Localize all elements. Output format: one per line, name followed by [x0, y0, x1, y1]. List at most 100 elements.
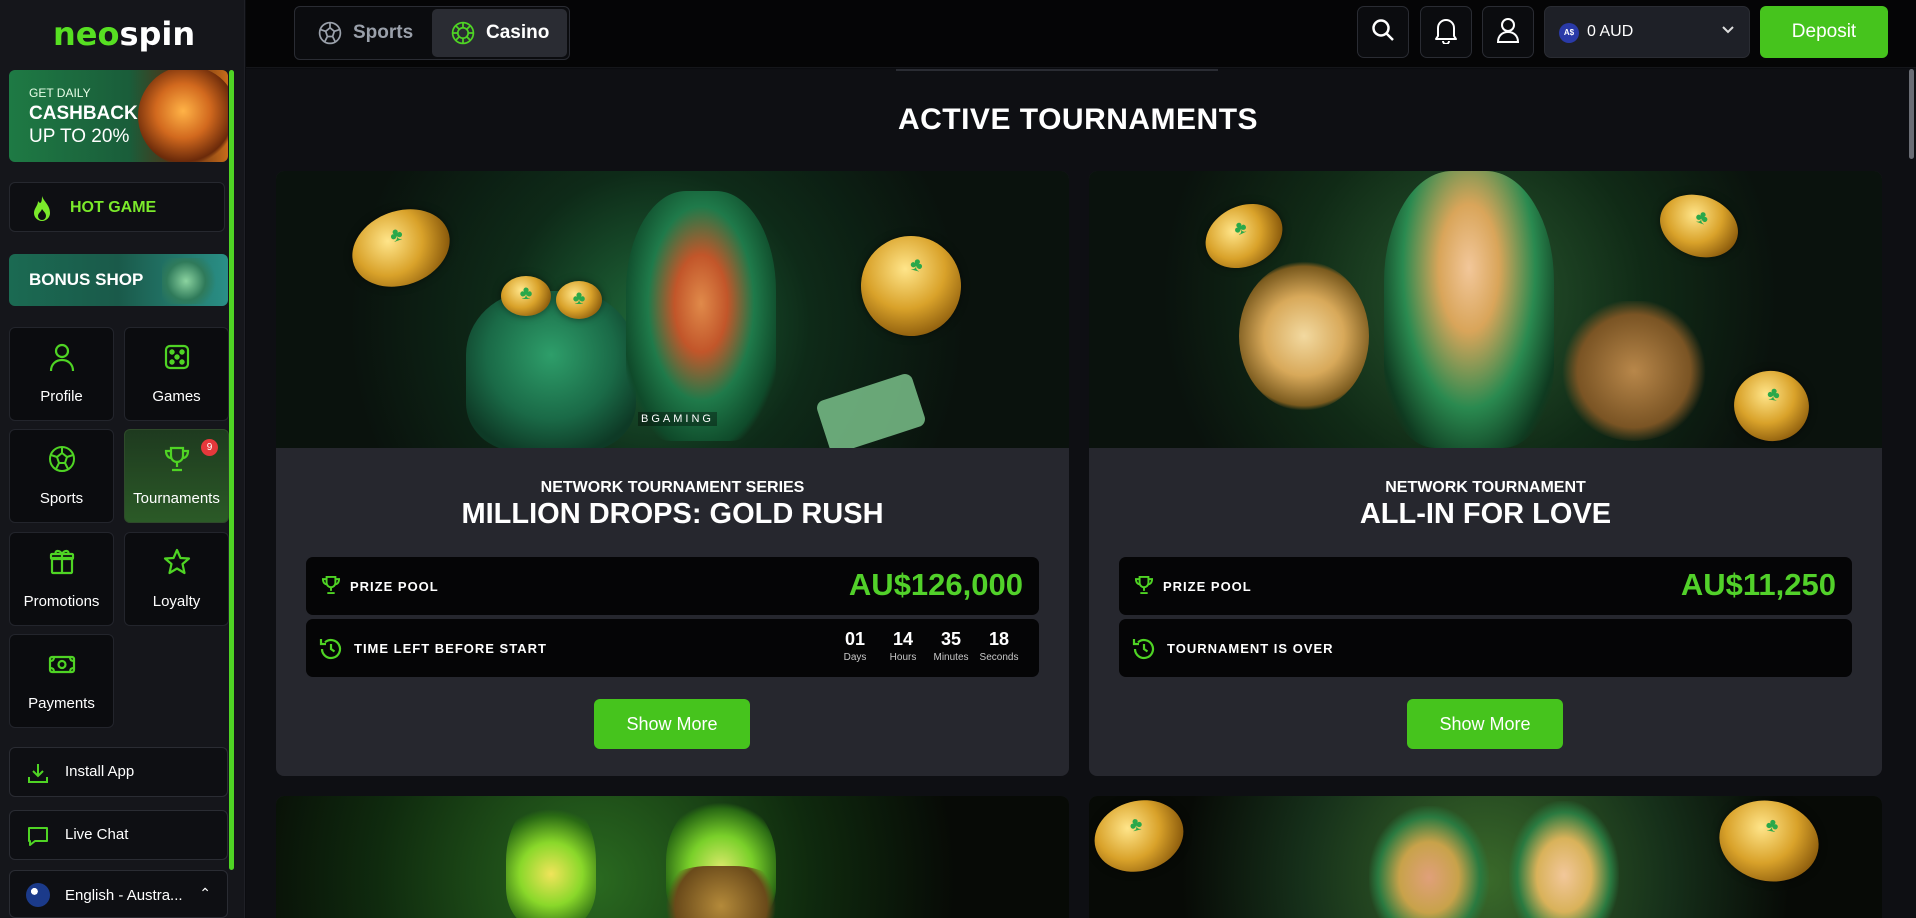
tournament-card-body: NETWORK TOURNAMENT ALL-IN FOR LOVE PRIZE…: [1089, 448, 1882, 776]
trophy-icon: [320, 574, 344, 598]
sidebar-item-profile[interactable]: Profile: [9, 327, 114, 421]
sidebar-item-tournaments[interactable]: 9 Tournaments: [124, 429, 229, 523]
tile-label: Loyalty: [152, 593, 201, 610]
star-icon: [125, 547, 228, 577]
show-more-button[interactable]: Show More: [1407, 699, 1563, 749]
bonus-shop-button[interactable]: BONUS SHOP: [9, 254, 228, 306]
golden-pipe-illustration: [656, 866, 786, 918]
trophy-icon: [1133, 574, 1157, 598]
tournament-card[interactable]: NETWORK TOURNAMENT ALL-IN FOR LOVE PRIZE…: [1089, 171, 1882, 776]
cashback-banner[interactable]: GET DAILY CASHBACK UP TO 20%: [9, 70, 228, 162]
tournament-banner-image: [1089, 796, 1882, 918]
show-more-button[interactable]: Show More: [594, 699, 750, 749]
timer-hours: 14 Hours: [889, 629, 917, 663]
cash-icon: [10, 649, 113, 679]
prize-pool-label: PRIZE POOL: [350, 579, 439, 594]
flame-illustration: [506, 796, 596, 918]
tab-casino-label: Casino: [486, 22, 550, 43]
dice-icon: [125, 342, 228, 372]
account-button[interactable]: [1482, 6, 1534, 58]
girl-character-illustration: [1509, 801, 1619, 918]
tournament-status-row: TOURNAMENT IS OVER: [1119, 619, 1852, 677]
sidebar-item-promotions[interactable]: Promotions: [9, 532, 114, 626]
tile-label: Payments: [28, 695, 95, 712]
prize-pool-row: PRIZE POOL AU$11,250: [1119, 557, 1852, 615]
countdown-timer: 01 Days 14 Hours 35 Minutes 18 Seconds: [831, 629, 1023, 663]
search-icon: [1370, 17, 1396, 48]
cashback-line1: GET DAILY: [29, 86, 91, 100]
dragon-illustration: [138, 70, 228, 162]
tile-label: Profile: [40, 388, 83, 405]
section-title: ACTIVE TOURNAMENTS: [897, 103, 1259, 136]
page-scrollbar[interactable]: [1909, 69, 1914, 159]
tab-sports[interactable]: Sports: [297, 9, 432, 57]
user-icon: [1495, 16, 1521, 49]
sidebar-item-loyalty[interactable]: Loyalty: [124, 532, 229, 626]
chevron-down-icon: [1721, 22, 1735, 39]
tournament-banner-image: [1089, 171, 1882, 448]
tournament-banner-image: [276, 796, 1069, 918]
download-icon: [26, 761, 50, 785]
banknote-illustration: [814, 371, 928, 448]
australia-flag-icon: [26, 883, 50, 907]
tournament-banner-image: BGAMING: [276, 171, 1069, 448]
tile-label: Sports: [39, 490, 84, 507]
tab-sports-label: Sports: [353, 22, 414, 43]
soccer-ball-icon: [10, 444, 113, 474]
bell-icon: [1433, 16, 1459, 49]
install-app-button[interactable]: Install App: [9, 747, 228, 797]
language-selector[interactable]: English - Austra... ⌃: [9, 870, 228, 918]
search-button[interactable]: [1357, 6, 1409, 58]
flame-icon: [30, 195, 54, 230]
cashback-line2: CASHBACK: [29, 103, 138, 124]
live-chat-button[interactable]: Live Chat: [9, 810, 228, 860]
girl-character-illustration: [1384, 171, 1554, 448]
neospin-logo[interactable]: neo spin: [53, 14, 195, 54]
history-clock-icon: [1131, 636, 1155, 660]
currency-badge: A$: [1559, 23, 1579, 43]
hot-game-label: HOT GAME: [70, 199, 157, 216]
chat-icon: [26, 824, 50, 848]
logo-neo: neo: [53, 15, 120, 53]
notifications-button[interactable]: [1420, 6, 1472, 58]
prize-pool-amount: AU$11,250: [1680, 567, 1836, 602]
tournament-title: ALL-IN FOR LOVE: [1359, 498, 1612, 530]
divider: [896, 69, 1218, 71]
tab-casino[interactable]: Casino: [432, 9, 567, 57]
tournament-card[interactable]: BGAMING NETWORK TOURNAMENT SERIES MILLIO…: [276, 171, 1069, 776]
gift-icon: [10, 547, 113, 577]
tournament-card[interactable]: [276, 796, 1069, 918]
cashback-line3: UP TO 20%: [29, 126, 130, 147]
chevron-up-icon: ⌃: [199, 885, 211, 901]
logo-spin: spin: [119, 15, 196, 53]
tournament-status-label: TOURNAMENT IS OVER: [1167, 641, 1334, 656]
tile-label: Promotions: [23, 593, 100, 610]
tournament-title: MILLION DROPS: GOLD RUSH: [461, 498, 884, 530]
tile-label: Games: [152, 388, 201, 405]
roses-bouquet-illustration: [1239, 261, 1369, 411]
tournament-card-body: NETWORK TOURNAMENT SERIES MILLION DROPS:…: [276, 448, 1069, 776]
pot-of-gold-illustration: [466, 291, 636, 448]
deposit-button[interactable]: Deposit: [1760, 6, 1888, 58]
hot-game-button[interactable]: HOT GAME: [9, 182, 225, 232]
timer-days: 01 Days: [843, 629, 867, 663]
timer-seconds: 18 Seconds: [979, 629, 1019, 663]
sidebar-scrollbar[interactable]: [229, 70, 234, 870]
timer-minutes: 35 Minutes: [933, 629, 969, 663]
user-icon: [10, 342, 113, 372]
sidebar-item-games[interactable]: Games: [124, 327, 229, 421]
tournament-subtitle: NETWORK TOURNAMENT: [1385, 479, 1586, 496]
soccer-ball-icon: [317, 20, 343, 46]
sidebar-item-payments[interactable]: Payments: [9, 634, 114, 728]
tournament-subtitle: NETWORK TOURNAMENT SERIES: [540, 479, 805, 496]
sidebar-item-sports[interactable]: Sports: [9, 429, 114, 523]
tournament-card[interactable]: [1089, 796, 1882, 918]
history-clock-icon: [318, 636, 342, 660]
bonus-shop-label: BONUS SHOP: [29, 270, 144, 289]
balance-dropdown[interactable]: A$ 0 AUD: [1544, 6, 1750, 58]
heart-padlock-illustration: [1559, 301, 1709, 441]
balance-value: 0 AUD: [1587, 23, 1634, 40]
prize-pool-amount: AU$126,000: [848, 567, 1023, 602]
language-label: English - Austra...: [65, 887, 183, 904]
leprechaun-illustration: [626, 191, 776, 441]
